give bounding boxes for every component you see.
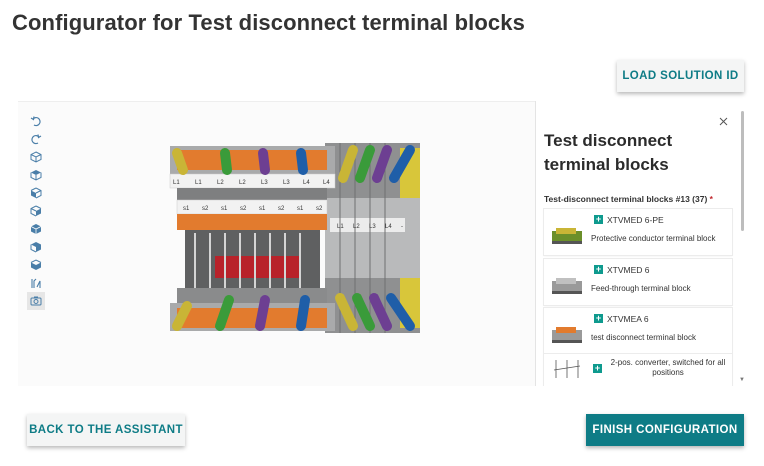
add-icon[interactable]: + — [594, 215, 603, 224]
add-icon[interactable]: + — [593, 364, 602, 373]
marker-label: s2 — [202, 206, 209, 212]
view-toolbar — [27, 112, 45, 310]
product-thumbnail — [552, 327, 582, 343]
add-icon[interactable]: + — [594, 265, 603, 274]
marker-label: s1 — [183, 206, 190, 212]
product-description: test disconnect terminal block — [591, 333, 696, 342]
product-thumbnail — [552, 228, 582, 244]
product-option[interactable]: + XTVMED 6 Feed-through terminal block — [544, 259, 732, 305]
close-icon[interactable] — [716, 114, 730, 128]
marker-label: L4 — [323, 180, 330, 186]
marker-label: s2 — [278, 206, 285, 212]
marker-label: s2 — [316, 206, 323, 212]
marker-label: L1 — [195, 180, 202, 186]
marker-label: - — [401, 224, 403, 230]
product-code: XTVMED 6 — [607, 265, 650, 275]
marker-label: L4 — [385, 224, 392, 230]
panel-title: Test disconnect terminal blocks — [544, 131, 673, 174]
product-description: 2-pos. converter, switched for all posit… — [610, 358, 726, 377]
cube-iso-icon[interactable] — [27, 220, 45, 238]
left-assembly — [169, 146, 336, 331]
product-code: XTVMED 6-PE — [607, 215, 664, 225]
marker-label: s1 — [221, 206, 228, 212]
cube-side-icon[interactable] — [27, 202, 45, 220]
product-description: Protective conductor terminal block — [591, 234, 716, 243]
required-mark: * — [709, 194, 713, 204]
load-solution-id-button[interactable]: LOAD SOLUTION ID — [617, 60, 744, 92]
page-title: Configurator for Test disconnect termina… — [12, 10, 525, 35]
cube-front-icon[interactable] — [27, 184, 45, 202]
product-option[interactable]: + 2-pos. converter, switched for all pos… — [544, 354, 732, 386]
marker-label: L3 — [261, 180, 268, 186]
dimension-icon[interactable] — [27, 274, 45, 292]
product-description: Feed-through terminal block — [591, 284, 691, 293]
product-panel: Test disconnect terminal blocks Test-dis… — [535, 101, 745, 386]
marker-label: L2 — [239, 180, 246, 186]
marker-label: s1 — [297, 206, 304, 212]
screenshot-icon[interactable] — [27, 292, 45, 310]
marker-label: s1 — [259, 206, 266, 212]
scroll-down-icon[interactable]: ▼ — [739, 377, 745, 383]
product-option[interactable]: + XTVMEA 6 test disconnect terminal bloc… — [544, 308, 732, 354]
marker-label: L2 — [353, 224, 360, 230]
cube-top-icon[interactable] — [27, 166, 45, 184]
marker-label: L1 — [173, 180, 180, 186]
cube-bottom-icon[interactable] — [27, 256, 45, 274]
circuit-diagram-thumbnail — [553, 360, 581, 378]
terminal-block-model[interactable]: L1 L1 L2 L2 L3 L3 L4 L4 s1 s2 s1 s2 s1 s… — [165, 138, 425, 338]
undo-icon[interactable] — [27, 112, 45, 130]
panel-scrollbar[interactable] — [741, 111, 744, 231]
marker-label: L4 — [303, 180, 310, 186]
product-thumbnail — [552, 278, 582, 294]
product-code: XTVMEA 6 — [607, 314, 649, 324]
marker-label: L2 — [217, 180, 224, 186]
finish-configuration-button[interactable]: FINISH CONFIGURATION — [586, 414, 744, 446]
section-label: Test-disconnect terminal blocks #13 (37)… — [544, 194, 713, 204]
cube-back-icon[interactable] — [27, 238, 45, 256]
marker-label: L3 — [369, 224, 376, 230]
redo-icon[interactable] — [27, 130, 45, 148]
cube-view-icon[interactable] — [27, 148, 45, 166]
add-icon[interactable]: + — [594, 314, 603, 323]
marker-label: L1 — [337, 224, 344, 230]
product-option[interactable]: + XTVMED 6-PE Protective conductor termi… — [544, 209, 732, 255]
back-to-assistant-button[interactable]: BACK TO THE ASSISTANT — [27, 414, 185, 446]
marker-label: L3 — [283, 180, 290, 186]
marker-label: s2 — [240, 206, 247, 212]
